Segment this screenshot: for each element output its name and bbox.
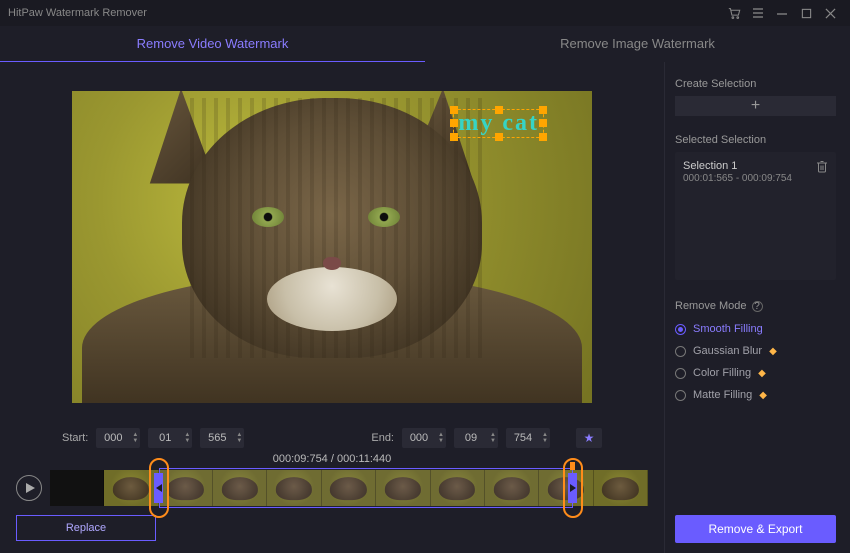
- resize-handle[interactable]: [450, 119, 458, 127]
- mode-color-filling[interactable]: Color Filling◆: [675, 362, 836, 384]
- create-selection-label: Create Selection: [675, 78, 836, 90]
- add-selection-button[interactable]: +: [675, 96, 836, 116]
- titlebar: HitPaw Watermark Remover: [0, 0, 850, 26]
- premium-icon: ◆: [769, 346, 777, 357]
- remove-mode-label: Remove Mode ?: [675, 300, 836, 312]
- mode-tabs: Remove Video Watermark Remove Image Wate…: [0, 26, 850, 62]
- resize-handle[interactable]: [539, 119, 547, 127]
- video-preview[interactable]: my cat: [8, 70, 656, 423]
- menu-icon[interactable]: [746, 1, 770, 25]
- maximize-icon[interactable]: [794, 1, 818, 25]
- delete-selection-icon[interactable]: [816, 160, 828, 176]
- mode-gaussian-blur[interactable]: Gaussian Blur◆: [675, 340, 836, 362]
- help-icon[interactable]: ?: [752, 301, 763, 312]
- remove-export-button[interactable]: Remove & Export: [675, 515, 836, 543]
- end-hours[interactable]: ▲▼: [402, 428, 446, 448]
- end-label: End:: [371, 432, 394, 444]
- end-minutes[interactable]: ▲▼: [454, 428, 498, 448]
- playhead-marker[interactable]: [570, 462, 575, 470]
- selection-range-text: 000:01:565 - 000:09:754: [683, 173, 810, 184]
- replace-button[interactable]: Replace: [16, 515, 156, 541]
- cart-icon[interactable]: [722, 1, 746, 25]
- favorite-button[interactable]: ★: [576, 428, 602, 448]
- thumbnail[interactable]: [50, 470, 104, 506]
- selection-list: Selection 1 000:01:565 - 000:09:754: [675, 152, 836, 280]
- start-hours[interactable]: ▲▼: [96, 428, 140, 448]
- start-ms[interactable]: ▲▼: [200, 428, 244, 448]
- thumbnail[interactable]: [431, 470, 485, 506]
- time-input-row: Start: ▲▼ ▲▼ ▲▼ End: ▲▼ ▲▼ ▲▼ ★: [8, 423, 656, 453]
- timeline-thumbnails[interactable]: [50, 470, 648, 506]
- selected-selection-label: Selected Selection: [675, 134, 836, 146]
- premium-icon: ◆: [758, 368, 766, 379]
- premium-icon: ◆: [759, 390, 767, 401]
- thumbnail[interactable]: [376, 470, 430, 506]
- thumbnail[interactable]: [594, 470, 648, 506]
- thumbnail[interactable]: [322, 470, 376, 506]
- resize-handle[interactable]: [495, 106, 503, 114]
- end-ms[interactable]: ▲▼: [506, 428, 550, 448]
- start-minutes[interactable]: ▲▼: [148, 428, 192, 448]
- range-start-handle[interactable]: [149, 458, 169, 518]
- resize-handle[interactable]: [539, 133, 547, 141]
- selection-name: Selection 1: [683, 160, 810, 172]
- timeline: [8, 467, 656, 509]
- thumbnail[interactable]: [267, 470, 321, 506]
- thumbnail[interactable]: [213, 470, 267, 506]
- watermark-selection-box[interactable]: my cat: [453, 109, 544, 138]
- resize-handle[interactable]: [539, 106, 547, 114]
- minimize-icon[interactable]: [770, 1, 794, 25]
- mode-smooth-filling[interactable]: Smooth Filling: [675, 318, 836, 340]
- time-counter: 000:09:754 / 000:11:440: [8, 453, 656, 467]
- resize-handle[interactable]: [450, 133, 458, 141]
- mode-matte-filling[interactable]: Matte Filling◆: [675, 384, 836, 406]
- close-icon[interactable]: [818, 1, 842, 25]
- app-title: HitPaw Watermark Remover: [8, 7, 147, 19]
- resize-handle[interactable]: [450, 106, 458, 114]
- selection-item[interactable]: Selection 1 000:01:565 - 000:09:754: [683, 160, 828, 184]
- thumbnail[interactable]: [485, 470, 539, 506]
- resize-handle[interactable]: [495, 133, 503, 141]
- start-label: Start:: [62, 432, 88, 444]
- play-button[interactable]: [16, 475, 42, 501]
- tab-video-watermark[interactable]: Remove Video Watermark: [0, 26, 425, 62]
- tab-image-watermark[interactable]: Remove Image Watermark: [425, 26, 850, 62]
